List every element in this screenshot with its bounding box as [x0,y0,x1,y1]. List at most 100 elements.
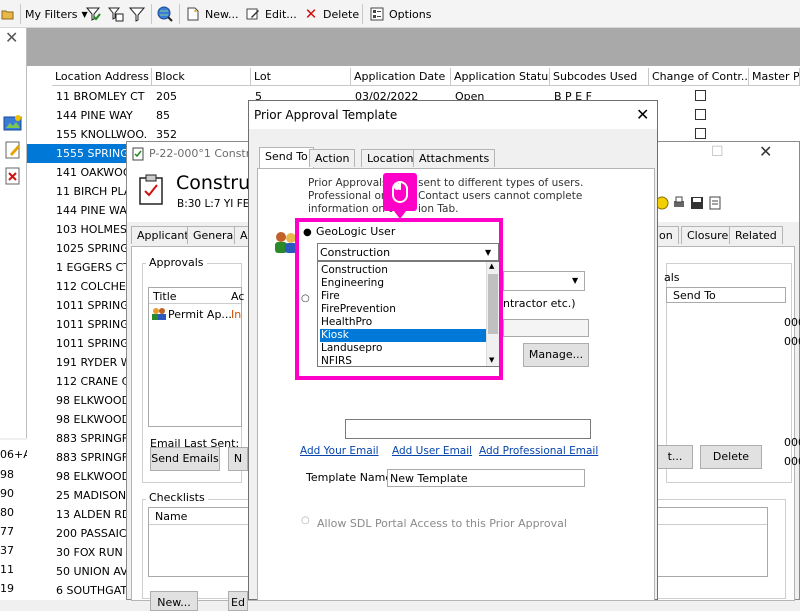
add-your-email-link[interactable]: Add Your Email [300,445,379,457]
image-icon [3,115,22,131]
panel-close-icon[interactable]: ✕ [5,28,18,47]
approvals-col-action: Ac [231,290,245,303]
sdl-portal-radio[interactable]: ○ [301,515,310,526]
left-number: 77 [0,525,14,538]
col-header-location[interactable]: Location Address [52,68,152,86]
dialog-titlebar: Prior Approval Template ✕ [249,101,657,129]
approvals-col-title: Title [153,290,177,303]
tab-attachments[interactable]: Attachments [413,149,496,167]
cell-location: 144 PINE WAY [56,109,133,122]
checklist-new-button[interactable]: New... [150,591,198,611]
filter-icon [129,6,145,22]
save-icon[interactable] [690,196,704,213]
info-text-line1: Prior Approvals [308,177,388,189]
options-icon [369,6,385,22]
grouping-bar [27,28,800,66]
users-icon [151,307,167,323]
globe-search-button[interactable] [157,4,173,24]
email-field[interactable] [345,419,591,439]
options-button[interactable]: Options [369,4,431,24]
dialog-close-icon[interactable]: ✕ [636,105,649,124]
folder-open-button[interactable] [0,4,16,24]
left-number: 11 [0,563,14,576]
folder-open-icon [0,6,16,22]
template-name-input[interactable]: New Template [387,469,585,487]
image-button[interactable] [2,114,24,134]
mouse-icon [392,181,408,203]
left-number: 19 [0,582,14,595]
col-header-block[interactable]: Block [152,68,251,86]
left-number: 98 [0,468,14,481]
col-header-application-date[interactable]: Application Date [351,68,451,86]
t-button[interactable]: t... [657,445,693,469]
approvals-list[interactable]: Title Ac Permit Ap... In [148,287,245,427]
add-user-email-link[interactable]: Add User Email [392,445,472,457]
approval-row-title[interactable]: Permit Ap... [168,308,232,321]
change-of-contractor-checkbox[interactable] [695,128,706,139]
construction-subheading: B:30 L:7 YI FE [177,198,250,210]
cell-location: 155 KNOLLWOO... [56,128,148,141]
add-professional-email-link[interactable]: Add Professional Email [479,445,598,457]
delete-approval-button[interactable]: Delete [700,445,762,469]
globe-search-icon [157,6,173,22]
right-edge-value: 000 [784,316,800,329]
tab-related[interactable]: Related [729,226,783,244]
info-text-line2: Professional or [308,190,386,202]
cell-block: 352 [156,128,177,141]
col-header-master-permit[interactable]: Master Pe [749,68,800,86]
send-emails-button[interactable]: Send Emails [150,447,220,471]
right-edge-values-2: 000 000 [784,436,800,474]
my-filters-label: My Filters [25,7,78,21]
sdl-portal-label: Allow SDL Portal Access to this Prior Ap… [317,517,567,530]
approval-row-status: In [231,308,242,321]
tab-action[interactable]: Action [309,149,356,167]
right-edge-value: 000 [784,455,800,468]
new-label: New... [205,7,239,21]
main-toolbar: My Filters ▼ ✶ New... Edit... ✕ Delete O… [0,0,800,28]
tab-location[interactable]: Location [361,149,420,167]
new-button[interactable]: ✶ New... [185,4,238,24]
right-edge-value: 000 [784,436,800,449]
tab-send-to[interactable]: Send To [259,147,314,168]
construction-window-icon [131,147,145,164]
checklist-edit-button[interactable]: Ed [228,591,248,611]
approvals-label: Approvals [146,256,207,269]
delete-note-button[interactable] [2,166,24,186]
manage-button[interactable]: Manage... [523,343,589,367]
clipboard-check-icon [135,174,167,209]
tab-closure[interactable]: Closure [681,226,735,244]
filter-button[interactable] [129,4,145,24]
col-header-change-of-contractor[interactable]: Change of Contr... [649,68,749,86]
new-document-icon: ✶ [185,6,201,22]
delete-button[interactable]: ✕ Delete [303,4,359,24]
tab-applicant[interactable]: Applicant [131,226,195,244]
highlight-box [295,218,503,380]
my-filters-dropdown[interactable]: My Filters ▼ [25,4,88,24]
col-header-subcodes[interactable]: Subcodes Used [550,68,649,86]
cell-location: 11 BROMLEY CT [56,90,145,103]
change-of-contractor-checkbox[interactable] [695,90,706,101]
print-icon[interactable] [672,196,686,213]
left-number: 37 [0,544,14,557]
filter-check-button[interactable] [86,4,102,24]
other-user-field[interactable] [503,319,589,337]
col-header-application-status[interactable]: Application Status [451,68,550,86]
col-header-lot[interactable]: Lot [251,68,351,86]
edit-button[interactable]: Edit... [245,4,297,24]
send-to-header[interactable]: Send To [666,287,786,303]
mouse-callout [383,173,417,219]
checklists-label: Checklists [146,491,208,504]
change-of-contractor-checkbox[interactable] [695,109,706,120]
n-button[interactable]: N [228,447,248,471]
construction-close-icon[interactable]: ✕ [759,142,772,161]
document-icon[interactable] [708,196,722,213]
delete-x-icon: ✕ [304,5,318,23]
info-text-line3b: ion Tab. [418,203,459,215]
edit-note-button[interactable] [2,140,24,160]
second-dropdown-arrow-icon[interactable]: ▼ [572,276,578,285]
left-panel [0,28,27,438]
maximize-icon[interactable]: ☐ [711,144,724,160]
left-number: 90 [0,487,14,500]
filter-grid-button[interactable] [108,4,124,24]
right-group-label: als [664,271,680,284]
